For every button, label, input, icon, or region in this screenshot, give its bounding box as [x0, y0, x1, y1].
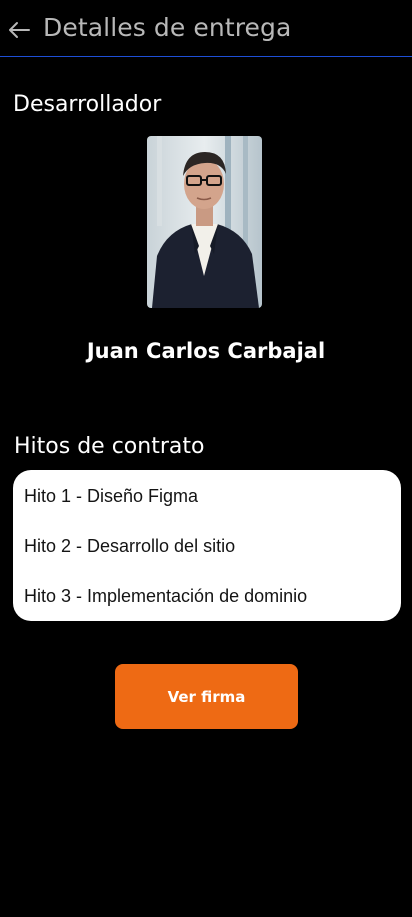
developer-name: Juan Carlos Carbajal	[86, 339, 326, 363]
arrow-left-icon	[9, 22, 30, 38]
milestone-item-1[interactable]: Hito 1 - Diseño Figma	[24, 486, 198, 507]
milestones-section-title: Hitos de contrato	[14, 434, 205, 459]
milestones-list: Hito 1 - Diseño Figma Hito 2 - Desarroll…	[13, 470, 401, 621]
milestone-item-2[interactable]: Hito 2 - Desarrollo del sitio	[24, 536, 235, 557]
page-title: Detalles de entrega	[43, 13, 292, 42]
milestone-item-3[interactable]: Hito 3 - Implementación de dominio	[24, 586, 307, 607]
back-button[interactable]	[6, 17, 32, 43]
developer-section-title: Desarrollador	[13, 92, 162, 117]
app-header: Detalles de entrega	[0, 0, 412, 57]
developer-avatar	[147, 136, 262, 308]
view-signature-button[interactable]: Ver firma	[115, 664, 298, 729]
